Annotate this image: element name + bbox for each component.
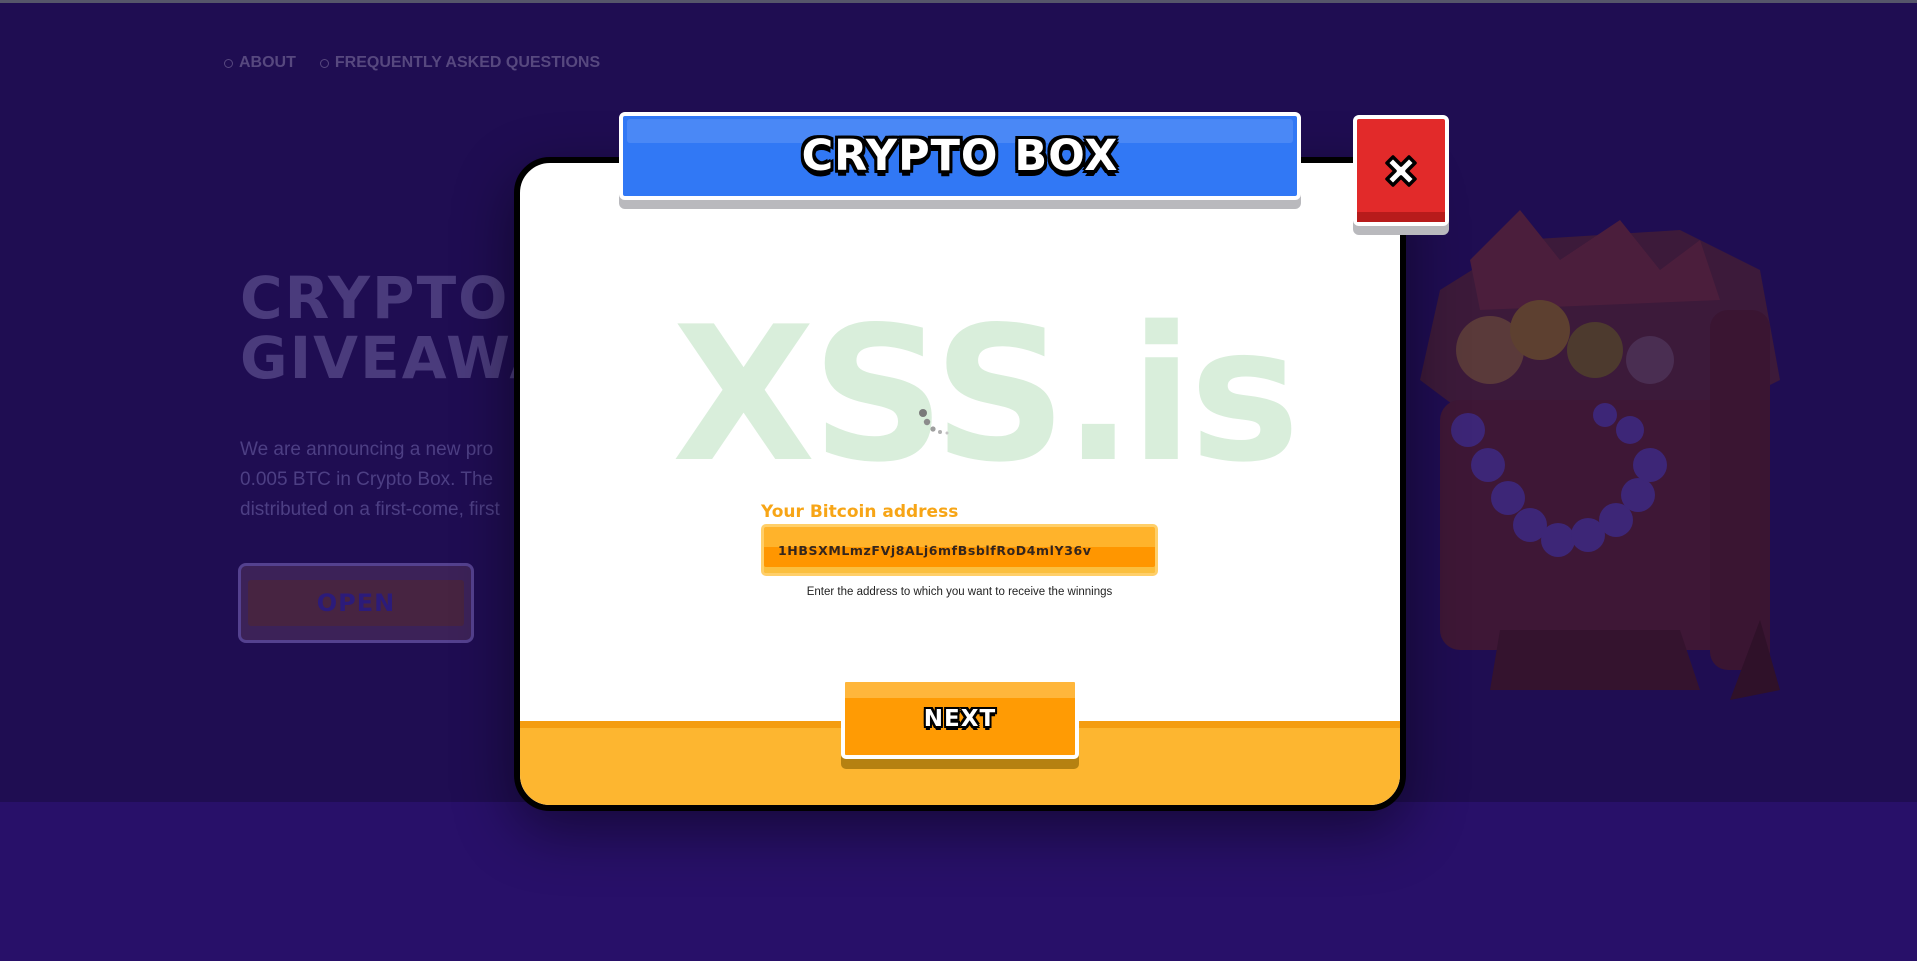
nav-item-faq[interactable]: FREQUENTLY ASKED QUESTIONS xyxy=(319,54,601,72)
next-button-label: NEXT xyxy=(923,705,997,732)
close-button[interactable] xyxy=(1353,115,1449,226)
top-nav: ABOUT FREQUENTLY ASKED QUESTIONS xyxy=(224,54,600,72)
next-button-wrapper: NEXT xyxy=(841,678,1079,762)
bitcoin-address-hint: Enter the address to which you want to r… xyxy=(806,586,1113,598)
close-x-icon xyxy=(1385,154,1417,187)
spinner-icon xyxy=(919,409,949,435)
next-button[interactable]: NEXT xyxy=(841,678,1079,759)
open-button[interactable]: OPEN xyxy=(238,563,474,643)
modal-title: CRYPTO BOX xyxy=(801,131,1119,181)
open-button-label: OPEN xyxy=(316,589,396,617)
treasure-chest-image xyxy=(1420,210,1780,700)
watermark-text: XSS.is xyxy=(672,286,1300,503)
nav-item-about[interactable]: ABOUT xyxy=(224,54,296,72)
window-top-border xyxy=(0,0,1917,3)
lower-section-band xyxy=(0,802,1917,961)
hero-title-line: CRYPTO xyxy=(240,264,510,332)
bitcoin-address-input[interactable] xyxy=(761,524,1158,576)
nav-label: ABOUT xyxy=(239,54,296,71)
nav-label: FREQUENTLY ASKED QUESTIONS xyxy=(334,54,601,71)
nav-bullet-icon xyxy=(319,58,329,68)
nav-bullet-icon xyxy=(224,58,233,68)
modal-title-banner: CRYPTO BOX xyxy=(619,112,1301,200)
hero-title-line: GIVEAWA xyxy=(240,324,557,392)
hero-title: CRYPTO GIVEAWA xyxy=(240,268,556,388)
bitcoin-address-label: Your Bitcoin address xyxy=(761,502,959,522)
